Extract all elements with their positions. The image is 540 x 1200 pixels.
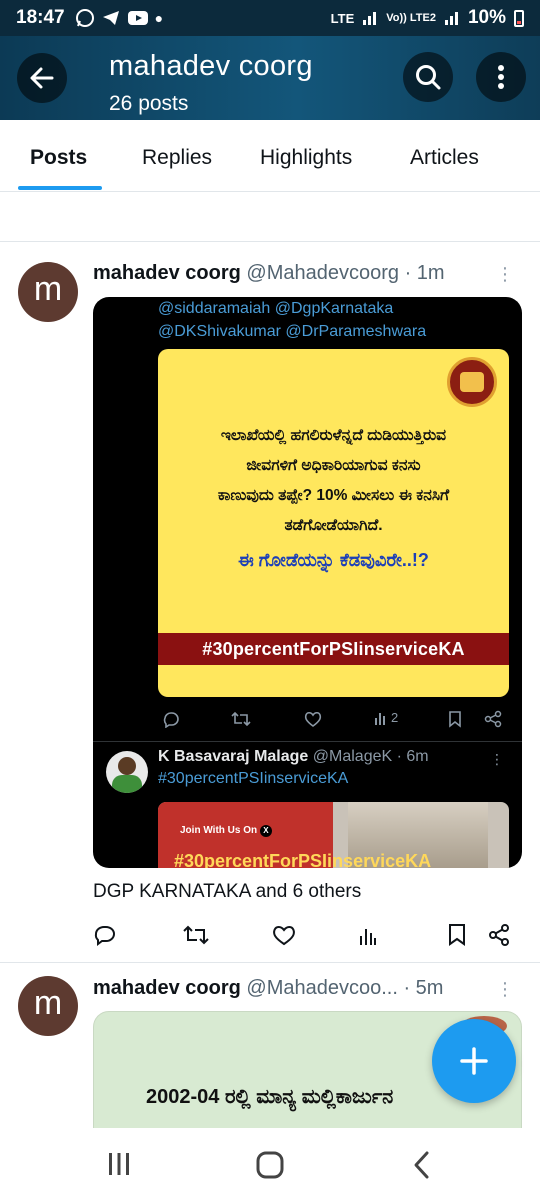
more-button[interactable] xyxy=(476,52,526,102)
share-icon xyxy=(484,710,502,728)
mentions-line: @DKShivakumar @DrParameshwara xyxy=(158,323,427,340)
battery-level: 10% xyxy=(467,7,506,28)
search-icon xyxy=(416,65,441,90)
bookmark-icon xyxy=(449,711,461,728)
signal-icon xyxy=(363,12,377,25)
repost-icon[interactable] xyxy=(183,923,209,947)
views-icon xyxy=(375,713,385,725)
quote-hashtag: #30percentPSIinserviceKA xyxy=(158,770,349,787)
tweet-media[interactable]: @siddaramaiah @DgpKarnataka @DKShivakuma… xyxy=(93,297,522,868)
profile-screen: 18:47 ● LTE Vo)) LTE2 10% mahadev coorg … xyxy=(0,0,540,1200)
quote-image-hashtag: #30percentForPSIinserviceKA xyxy=(174,851,432,868)
tweet-more-icon[interactable]: ⋮ xyxy=(496,979,514,1000)
tab-highlights[interactable]: Highlights xyxy=(260,146,352,170)
quote-image-caption: Join With Us On X xyxy=(180,825,272,837)
poster-line: ತಡೆಗೋಡೆಯಾಗಿದೆ. xyxy=(284,517,383,534)
x-logo-icon: X xyxy=(259,825,272,837)
status-right: LTE Vo)) LTE2 10% xyxy=(331,7,524,29)
search-button[interactable] xyxy=(403,52,453,102)
like-icon xyxy=(304,711,322,727)
reply-icon xyxy=(163,712,179,728)
inner-action-bar: 2 xyxy=(158,708,509,730)
tab-posts[interactable]: Posts xyxy=(30,146,87,170)
plus-icon xyxy=(460,1047,488,1075)
status-bar: 18:47 ● LTE Vo)) LTE2 10% xyxy=(0,0,540,36)
more-vertical-icon xyxy=(498,65,504,89)
mentions-line: @siddaramaiah @DgpKarnataka xyxy=(158,300,394,317)
tweet-header: mahadev coorg @Mahadevcoorg · 1m xyxy=(93,262,445,285)
poster-line: ಕಾಣುವುದು ತಪ್ಪೇ? 10% ಮೀಸಲು ಈ ಕನಸಿಗೆ xyxy=(217,487,450,504)
poster-text: ಇಲಾಖೆಯಲ್ಲಿ ಹಗಲಿರುಳೆನ್ನದೆ ದುಡಿಯುತ್ತಿರುವ ಜ… xyxy=(158,421,509,541)
profile-name: mahadev coorg xyxy=(109,50,313,82)
signal-icon-2 xyxy=(444,12,458,25)
quote-avatar xyxy=(106,751,148,793)
social-context[interactable]: DGP KARNATAKA and 6 others xyxy=(93,881,361,903)
like-icon[interactable] xyxy=(272,923,296,947)
dot-icon: ● xyxy=(154,10,164,26)
tweet-action-bar xyxy=(93,923,513,949)
post-count: 26 posts xyxy=(109,92,189,115)
quote-author-handle: @MalageK xyxy=(312,748,393,765)
whatsapp-icon xyxy=(75,9,94,27)
active-tab-indicator xyxy=(18,186,102,190)
bookmark-icon[interactable] xyxy=(447,923,467,947)
poster-line: ಜೀವಗಳಿಗೆ ಅಧಿಕಾರಿಯಾಗುವ ಕನಸು xyxy=(246,457,421,474)
views-icon[interactable] xyxy=(359,927,377,945)
reply-icon[interactable] xyxy=(93,923,117,947)
battery-icon xyxy=(514,9,524,27)
tweet-time: · 1m xyxy=(404,262,445,284)
quote-author-name: K Basavaraj Malage xyxy=(158,748,309,765)
system-nav-bar xyxy=(0,1128,540,1200)
tweet-more-icon[interactable]: ⋮ xyxy=(496,264,514,285)
repost-icon xyxy=(231,711,251,727)
view-count: 2 xyxy=(391,710,399,725)
home-icon[interactable] xyxy=(255,1150,285,1180)
quote-image: Join With Us On X #30percentForPSIinserv… xyxy=(158,802,509,868)
media-text: 2002-04 ರಲ್ಲಿ ಮಾನ್ಯ ಮಲ್ಲಿಕಾರ್ಜುನ xyxy=(146,1086,394,1108)
status-time: 18:47 xyxy=(16,7,65,28)
divider xyxy=(0,241,540,242)
emblem-logo xyxy=(447,357,497,407)
network-label-1: LTE xyxy=(330,10,355,26)
tweet-header: mahadev coorg @Mahadevcoo... · 5m xyxy=(93,977,443,1000)
divider xyxy=(0,962,540,963)
poster-question: ಈ ಗೋಡೆಯನ್ನು ಕೆಡವುವಿರೇ..!? xyxy=(238,550,429,570)
quote-more-icon: ⋮ xyxy=(490,751,504,767)
avatar[interactable]: m xyxy=(18,976,78,1036)
recents-icon[interactable] xyxy=(106,1151,132,1177)
back-chevron-icon[interactable] xyxy=(410,1150,432,1180)
author-handle[interactable]: @Mahadevcoo... xyxy=(246,977,398,999)
tab-replies[interactable]: Replies xyxy=(142,146,212,170)
tab-articles[interactable]: Articles xyxy=(410,146,479,170)
arrow-left-icon xyxy=(30,67,54,89)
media-mentions: @siddaramaiah @DgpKarnataka @DKShivakuma… xyxy=(158,297,426,343)
profile-header: mahadev coorg 26 posts xyxy=(0,36,540,120)
poster-image: ಇಲಾಖೆಯಲ್ಲಿ ಹಗಲಿರುಳೆನ್ನದೆ ದುಡಿಯುತ್ತಿರುವ ಜ… xyxy=(158,349,509,697)
youtube-icon xyxy=(127,11,148,25)
quote-header: K Basavaraj Malage @MalageK · 6m xyxy=(158,748,429,766)
author-name[interactable]: mahadev coorg xyxy=(93,262,241,284)
network-label-2: Vo)) LTE2 xyxy=(386,12,436,24)
quote-time: · 6m xyxy=(396,748,429,765)
back-button[interactable] xyxy=(17,53,67,103)
author-handle[interactable]: @Mahadevcoorg xyxy=(246,262,399,284)
author-name[interactable]: mahadev coorg xyxy=(93,977,241,999)
compose-button[interactable] xyxy=(432,1019,516,1103)
share-icon[interactable] xyxy=(487,923,511,947)
telegram-icon xyxy=(102,11,119,25)
poster-line: ಇಲಾಖೆಯಲ್ಲಿ ಹಗಲಿರುಳೆನ್ನದೆ ದುಡಿಯುತ್ತಿರುವ xyxy=(220,427,447,444)
profile-tabs: Posts Replies Highlights Articles xyxy=(0,120,540,192)
avatar[interactable]: m xyxy=(18,262,78,322)
poster-hashtag-band: #30percentForPSIinserviceKA xyxy=(158,633,509,665)
notification-icons: ● xyxy=(75,8,163,28)
tweet-time: · 5m xyxy=(403,977,444,999)
divider xyxy=(93,741,522,742)
